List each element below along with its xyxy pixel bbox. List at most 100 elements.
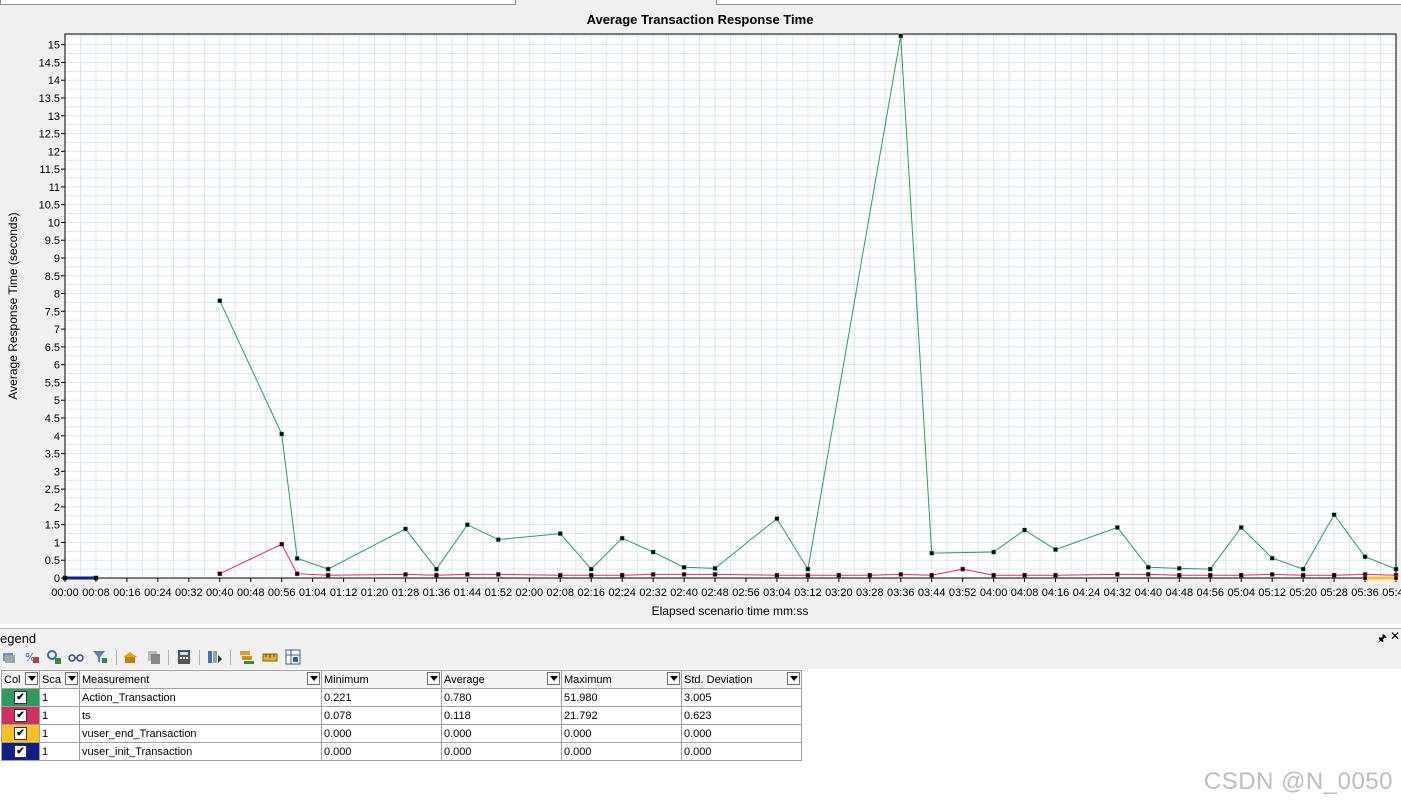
- x-tick-label: 03:28: [856, 587, 884, 599]
- data-point: [1053, 547, 1058, 552]
- filter-icon[interactable]: [1, 649, 17, 665]
- y-tick-label: 8.5: [45, 271, 60, 283]
- data-point: [1238, 525, 1244, 530]
- visibility-checkbox[interactable]: ✔: [14, 727, 27, 740]
- x-tick-label: 00:08: [82, 587, 110, 599]
- toolbar-separator: [230, 650, 231, 665]
- chevron-down-icon[interactable]: [25, 672, 38, 685]
- column-header-std-deviation[interactable]: Std. Deviation: [681, 670, 802, 689]
- color-swatch: ✔: [2, 743, 39, 760]
- column-header-minimum[interactable]: Minimum: [321, 670, 442, 689]
- data-point: [1146, 565, 1151, 570]
- chart-title: Average Transaction Response Time: [587, 12, 814, 27]
- data-point: [650, 572, 656, 577]
- x-tick-label: 00:24: [144, 587, 172, 599]
- x-tick-label: 05:12: [1258, 587, 1286, 599]
- y-axis-label: Average Response Time (seconds): [6, 212, 20, 399]
- x-tick-label: 00:56: [268, 587, 296, 599]
- data-point: [434, 572, 439, 578]
- x-tick-label: 01:12: [330, 587, 358, 599]
- data-point: [294, 556, 300, 561]
- y-tick-label: 13.5: [39, 93, 60, 105]
- graph-panel: 0 0.5 1 1.5 2 2.5 3 3.5 4 4.5 5 5.5 6 6.5 7 7.5 8 8.5 9 9.5…: [0, 5, 1401, 624]
- copy-icon[interactable]: [146, 649, 162, 665]
- data-point: [1331, 572, 1337, 578]
- columns-icon[interactable]: [207, 649, 223, 665]
- data-point: [62, 575, 68, 581]
- x-tick-label: 02:48: [701, 587, 729, 599]
- chevron-down-icon[interactable]: [787, 672, 800, 685]
- x-tick-label: 04:40: [1135, 587, 1163, 599]
- y-tick-label: 0: [54, 573, 60, 585]
- data-point: [1269, 572, 1275, 577]
- chevron-down-icon[interactable]: [667, 672, 680, 685]
- data-point: [558, 531, 563, 536]
- data-point: [867, 572, 873, 578]
- y-tick-label: 6: [54, 360, 60, 372]
- table-row[interactable]: ✔ 1 vuser_end_Transaction 0.000 0.000 0.…: [1, 724, 802, 743]
- data-point: [805, 572, 811, 578]
- calculator-icon[interactable]: [176, 649, 192, 665]
- data-point: [1362, 575, 1368, 581]
- stack-icon[interactable]: [239, 649, 255, 665]
- color-cell: ✔: [1, 706, 40, 725]
- data-point: [1208, 566, 1213, 572]
- x-tick-label: 02:56: [732, 587, 760, 599]
- grid-icon[interactable]: [285, 649, 301, 665]
- x-tick-label: 02:16: [577, 587, 605, 599]
- data-point: [294, 571, 300, 576]
- x-tick-label: 04:48: [1166, 587, 1194, 599]
- chevron-down-icon[interactable]: [307, 672, 320, 685]
- x-tick-label: 05:44: [1382, 587, 1401, 599]
- y-tick-label: 5: [54, 395, 60, 407]
- column-header-measurement[interactable]: Measurement: [79, 670, 322, 689]
- data-point: [1300, 566, 1306, 572]
- std-deviation-cell: 0.000: [681, 742, 802, 761]
- close-icon[interactable]: ✕: [1390, 629, 1400, 643]
- data-point: [465, 522, 470, 527]
- chevron-down-icon[interactable]: [547, 672, 560, 685]
- funnel-icon[interactable]: [92, 649, 108, 665]
- minimum-cell: 0.000: [321, 742, 442, 761]
- data-point: [898, 572, 903, 577]
- x-tick-label: 00:16: [113, 587, 141, 599]
- visibility-checkbox[interactable]: ✔: [14, 745, 27, 758]
- visibility-checkbox[interactable]: ✔: [14, 691, 27, 704]
- chevron-down-icon[interactable]: [65, 672, 78, 685]
- column-header-maximum[interactable]: Maximum: [561, 670, 682, 689]
- average-cell: 0.000: [441, 724, 562, 743]
- data-point: [1115, 525, 1120, 530]
- table-row[interactable]: ✔ 1 Action_Transaction 0.221 0.780 51.98…: [1, 688, 802, 707]
- minimum-cell: 0.078: [321, 706, 442, 725]
- y-tick-label: 3: [54, 466, 60, 478]
- measurement-cell: vuser_init_Transaction: [79, 742, 322, 761]
- percent-filter-icon[interactable]: %: [24, 649, 40, 665]
- data-point: [805, 566, 811, 572]
- y-tick-label: 9.5: [45, 235, 60, 247]
- configure-icon[interactable]: [46, 649, 62, 665]
- data-point: [712, 572, 718, 577]
- visibility-checkbox[interactable]: ✔: [14, 709, 27, 722]
- x-tick-label: 02:08: [546, 587, 574, 599]
- data-point: [496, 572, 501, 577]
- x-tick-label: 00:40: [206, 587, 234, 599]
- ruler-icon[interactable]: [262, 649, 278, 665]
- y-tick-label: 0.5: [45, 555, 60, 567]
- data-point: [217, 571, 223, 576]
- color-cell: ✔: [1, 724, 40, 743]
- column-header-scale[interactable]: Sca: [39, 670, 80, 689]
- y-tick-label: 3.5: [45, 449, 60, 461]
- column-header-average[interactable]: Average: [441, 670, 562, 689]
- minimum-cell: 0.221: [321, 688, 442, 707]
- table-row[interactable]: ✔ 1 ts 0.078 0.118 21.792 0.623: [1, 706, 802, 725]
- y-tick-label: 4.5: [45, 413, 60, 425]
- data-point: [619, 535, 625, 541]
- average-cell: 0.000: [441, 742, 562, 761]
- chevron-down-icon[interactable]: [427, 672, 440, 685]
- table-row[interactable]: ✔ 1 vuser_init_Transaction 0.000 0.000 0…: [1, 742, 802, 761]
- x-tick-label: 05:04: [1227, 587, 1255, 599]
- column-header-col[interactable]: Col: [1, 670, 40, 689]
- glasses-icon[interactable]: [68, 649, 84, 665]
- export-icon[interactable]: [122, 649, 138, 665]
- x-tick-label: 00:32: [175, 587, 203, 599]
